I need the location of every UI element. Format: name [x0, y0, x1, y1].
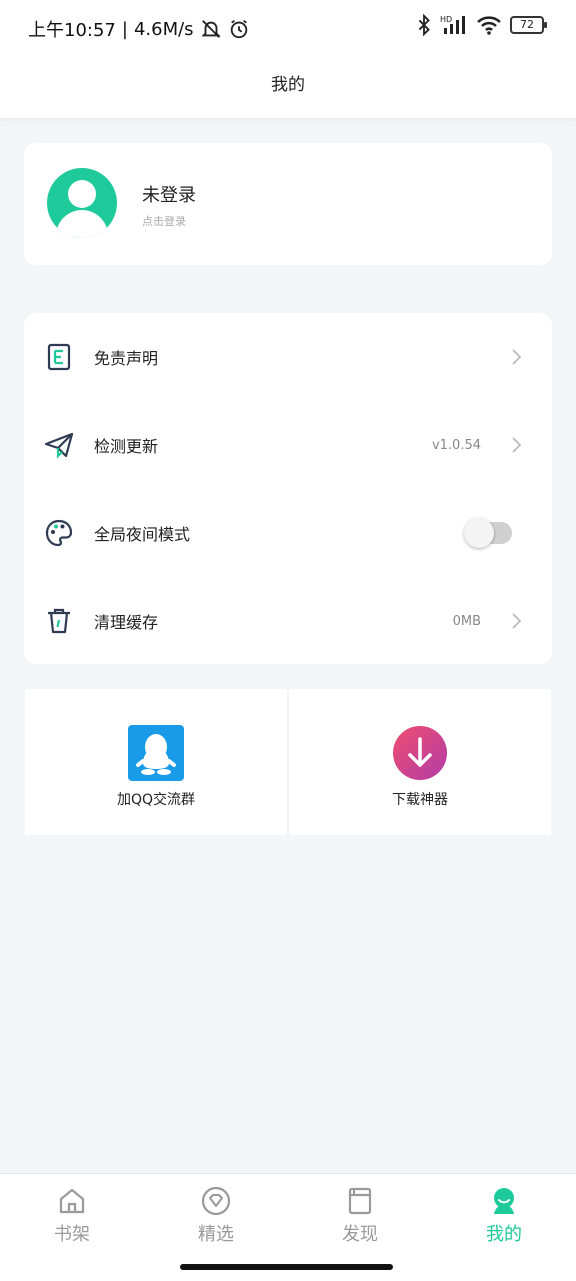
- svg-text:HD: HD: [440, 15, 452, 24]
- tab-label-profile: 我的: [486, 1224, 522, 1245]
- version-value: v1.0.54: [431, 437, 481, 453]
- profile-name[interactable]: 未登录: [142, 181, 196, 207]
- qq-group-label: 加QQ交流群: [116, 792, 196, 808]
- menu-label-check-update: 检测更新: [94, 437, 159, 456]
- menu-label-clear-cache: 清理缓存: [94, 613, 159, 632]
- trash-icon: [48, 608, 70, 634]
- chevron-right-icon: [512, 349, 522, 365]
- menu-item-clear-cache[interactable]: 清理缓存 0MB: [24, 577, 552, 665]
- tab-profile[interactable]: 我的: [454, 1186, 554, 1250]
- discover-book-icon: [348, 1187, 372, 1215]
- download-icon: [393, 726, 447, 780]
- alarm-icon: [230, 19, 247, 39]
- menu-label-night-mode: 全局夜间模式: [94, 525, 191, 544]
- download-tool-button[interactable]: 下载神器: [289, 689, 551, 835]
- settings-menu: 免责声明 检测更新 v1.0.54 全局夜间模式 清理缓存 0MB: [24, 313, 552, 664]
- paper-plane-icon: [44, 432, 74, 459]
- page-title: 我的: [271, 75, 305, 95]
- cache-size-value: 0MB: [452, 613, 481, 629]
- wifi-icon: [477, 16, 501, 35]
- profile-card[interactable]: 未登录 点击登录: [24, 143, 552, 265]
- status-speed: 4.6M/s: [133, 18, 194, 40]
- home-indicator[interactable]: [180, 1264, 393, 1270]
- quick-links-grid: 加QQ交流群 下载神器: [25, 689, 551, 835]
- tab-label-featured: 精选: [198, 1224, 234, 1245]
- toggle-knob: [464, 518, 494, 548]
- diamond-icon: [201, 1186, 231, 1216]
- chevron-right-icon: [512, 613, 522, 629]
- tab-bookshelf[interactable]: 书架: [22, 1186, 122, 1250]
- profile-icon: [494, 1188, 514, 1214]
- tab-featured[interactable]: 精选: [166, 1186, 266, 1250]
- status-separator: |: [121, 18, 128, 40]
- qq-icon: [128, 725, 184, 781]
- battery-level: 72: [520, 18, 534, 31]
- mute-bell-icon: [201, 20, 221, 38]
- bookshelf-icon: [59, 1188, 85, 1214]
- night-mode-toggle[interactable]: [464, 518, 512, 548]
- menu-item-disclaimer[interactable]: 免责声明: [24, 313, 552, 401]
- avatar-head-shape: [68, 180, 96, 208]
- status-right: HD 72: [416, 14, 547, 36]
- menu-item-night-mode[interactable]: 全局夜间模式: [24, 489, 552, 577]
- status-left: 上午10:57 | 4.6M/s: [28, 16, 250, 42]
- tab-discover[interactable]: 发现: [310, 1186, 410, 1250]
- battery-icon: 72: [510, 16, 547, 34]
- bluetooth-icon: [418, 14, 430, 36]
- page-header: 我的: [0, 56, 576, 119]
- download-tool-label: 下载神器: [392, 792, 448, 808]
- login-hint[interactable]: 点击登录: [142, 213, 186, 229]
- menu-label-disclaimer: 免责声明: [94, 349, 159, 368]
- status-bar: 上午10:57 | 4.6M/s HD 72: [0, 0, 576, 56]
- chevron-right-icon: [512, 437, 522, 453]
- qq-group-button[interactable]: 加QQ交流群: [25, 689, 287, 835]
- avatar-body-shape: [56, 210, 108, 238]
- menu-item-check-update[interactable]: 检测更新 v1.0.54: [24, 401, 552, 489]
- tab-label-bookshelf: 书架: [54, 1224, 90, 1245]
- status-time: 上午10:57: [28, 20, 116, 41]
- avatar[interactable]: [47, 168, 117, 238]
- palette-icon: [45, 519, 73, 547]
- tab-label-discover: 发现: [342, 1224, 378, 1245]
- document-icon: [47, 343, 71, 371]
- signal-icon: HD: [440, 15, 465, 34]
